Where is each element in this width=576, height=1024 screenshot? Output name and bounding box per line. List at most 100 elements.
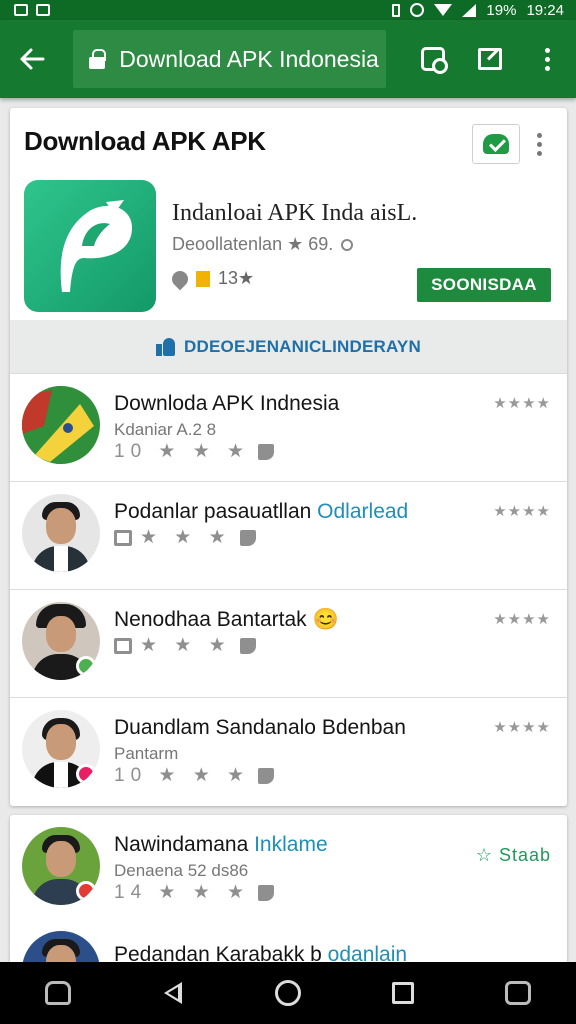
item-rating: ★★★★ [493, 395, 551, 412]
list-item[interactable]: Nenodhaa Bantartak 😊 ★ ★ ★ ★★★★ [10, 590, 567, 698]
screenshot-icon [505, 981, 532, 1005]
recommend-banner[interactable]: DDEOEJENANICLINDERAYN [10, 320, 567, 374]
item-title: Nenodhaa Bantartak 😊 [114, 608, 339, 631]
developer-line: Deoollatenlan ★ 69. [172, 234, 354, 255]
recents-icon [392, 982, 415, 1004]
avatar [22, 602, 100, 680]
item-meta: 10 ★ ★ ★ [114, 764, 275, 787]
card-more-button[interactable] [530, 128, 548, 160]
item-subtitle: Pantarm [114, 744, 179, 763]
game-icon [44, 981, 71, 1005]
tag-icon [258, 767, 275, 784]
rating-count: 13★ [218, 268, 255, 288]
app-logo[interactable] [24, 180, 156, 312]
tag-icon [239, 529, 256, 546]
game-button[interactable] [33, 968, 83, 1018]
item-subtitle: Denaena 52 ds86 [114, 861, 249, 880]
location-icon [168, 267, 192, 290]
star-action-button[interactable]: ☆ Staab [476, 845, 551, 866]
nav-recents-button[interactable] [378, 968, 428, 1018]
avatar [22, 386, 100, 464]
more-vert-icon [536, 132, 542, 156]
item-stars: 10 ★ ★ ★ [114, 765, 251, 786]
tag-icon [258, 443, 275, 460]
status-badge [76, 881, 96, 901]
clock: 19:24 [526, 1, 564, 19]
item-title: Duandlam Sandanalo Bdenban [114, 716, 406, 739]
avatar [22, 827, 100, 905]
item-meta: ★ ★ ★ [114, 526, 256, 549]
item-title: Downloda APK Indnesia [114, 392, 340, 415]
list-item[interactable]: Downloda APK Indnesia Kdaniar A.2 8 10 ★… [10, 374, 567, 482]
status-badge [76, 656, 96, 676]
card-title: Download APK APK [24, 125, 266, 156]
item-title: Podanlar pasauatllan Odlarlead [114, 500, 409, 523]
edit-button[interactable] [461, 20, 518, 98]
notification-icon [14, 4, 28, 16]
box-icon [114, 529, 132, 546]
item-rating: ★★★★ [493, 611, 551, 628]
app-meta: 13★ [168, 267, 255, 290]
screenshot-button[interactable] [493, 968, 543, 1018]
item-meta: ★ ★ ★ [114, 634, 256, 657]
banner-text: DDEOEJENANICLINDERAYN [184, 336, 421, 356]
app-logo-icon [60, 200, 133, 292]
list-item[interactable]: Podanlar pasauatllan Odlarlead ★ ★ ★ ★★★… [10, 482, 567, 590]
signal-icon [462, 3, 477, 17]
browser-toolbar: Download APK Indonesia [0, 20, 576, 98]
url-text: Download APK Indonesia [119, 45, 379, 72]
item-rating: ★★★★ [493, 719, 551, 736]
item-subtitle: Kdaniar A.2 8 [114, 420, 217, 439]
vibrate-icon [392, 3, 401, 17]
notification-icon [36, 4, 50, 16]
info-icon [341, 238, 354, 251]
edit-icon [477, 48, 502, 70]
app-list: Downloda APK Indnesia Kdaniar A.2 8 10 ★… [10, 374, 567, 806]
tag-icon [258, 884, 275, 901]
back-icon [163, 982, 182, 1004]
install-button[interactable]: SOONISDAA [417, 268, 551, 302]
nav-home-button[interactable] [263, 968, 313, 1018]
app-hero: Indanloai APK Inda aisL. Deoollatenlan ★… [10, 174, 567, 320]
more-vert-icon [544, 47, 550, 71]
overflow-menu-button[interactable] [519, 20, 576, 98]
item-stars: 10 ★ ★ ★ [114, 441, 251, 462]
item-link[interactable]: Odlarlead [317, 500, 408, 523]
home-icon [274, 980, 301, 1006]
arrow-left-icon [20, 48, 45, 70]
lock-icon [89, 49, 107, 69]
box-icon [114, 637, 132, 654]
avatar [22, 710, 100, 788]
flag-icon [196, 270, 210, 287]
item-title: Nawindamana Inklame [114, 833, 328, 856]
item-link[interactable]: Inklame [254, 833, 328, 856]
url-bar[interactable]: Download APK Indonesia [73, 30, 386, 88]
item-stars: ★ ★ ★ [140, 527, 232, 548]
status-bar: 19% 19:24 [0, 0, 576, 20]
app-icon [22, 386, 94, 464]
nav-back-button[interactable] [148, 968, 198, 1018]
item-meta: 14 ★ ★ ★ [114, 881, 275, 904]
developer-name: Deoollatenlan ★ 69. [172, 234, 334, 254]
tab-switcher-icon [420, 47, 448, 74]
battery-percent: 19% [486, 1, 517, 19]
thumb-up-icon [156, 337, 176, 356]
item-meta: 10 ★ ★ ★ [114, 440, 275, 463]
verified-button[interactable] [472, 124, 520, 164]
list-item[interactable]: Duandlam Sandanalo Bdenban Pantarm 10 ★ … [10, 698, 567, 806]
item-stars: ★ ★ ★ [140, 635, 232, 656]
tag-icon [239, 637, 256, 654]
related-card: Nawindamana Inklame Denaena 52 ds86 14 ★… [10, 815, 567, 975]
list-item[interactable]: Nawindamana Inklame Denaena 52 ds86 14 ★… [10, 815, 567, 921]
app-name: Indanloai APK Inda aisL. [172, 200, 418, 226]
avatar [22, 494, 100, 572]
verified-icon [483, 134, 509, 154]
item-rating: ★★★★ [493, 503, 551, 520]
tab-switcher-button[interactable] [404, 20, 461, 98]
status-badge [76, 764, 96, 784]
back-button[interactable] [0, 20, 63, 98]
alarm-icon [410, 3, 425, 17]
wifi-icon [434, 4, 453, 16]
item-stars: 14 ★ ★ ★ [114, 882, 251, 903]
app-card: Download APK APK Indanloai APK Inda aisL… [10, 108, 567, 806]
